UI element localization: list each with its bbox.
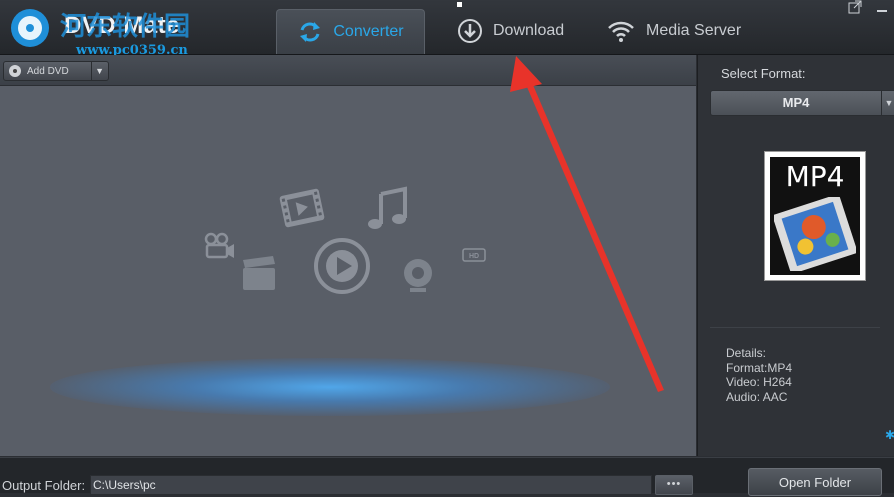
popout-icon[interactable] xyxy=(848,0,862,17)
tab-media-server[interactable]: Media Server xyxy=(606,9,741,53)
browse-button[interactable]: ••• xyxy=(655,475,693,495)
film-strip-image xyxy=(774,197,856,271)
chevron-down-icon[interactable]: ▼ xyxy=(881,91,894,115)
add-dvd-button[interactable]: Add DVD ▼ xyxy=(3,61,109,81)
format-thumbnail: MP4 xyxy=(764,151,866,281)
disc-icon xyxy=(9,65,21,77)
format-details: Details: Format:MP4 Video: H264 Audio: A… xyxy=(726,346,792,404)
clapperboard-icon xyxy=(243,256,275,290)
chevron-down-icon[interactable]: ▼ xyxy=(95,62,104,80)
details-audio: Audio: AAC xyxy=(726,389,788,404)
watermark-text: 河东软件园 xyxy=(60,12,191,42)
hd-icon: HD xyxy=(462,248,486,262)
play-circle-icon xyxy=(314,238,370,294)
media-drop-area[interactable]: HD xyxy=(0,86,696,456)
add-dvd-label: Add DVD xyxy=(27,65,69,77)
format-thumbnail-label: MP4 xyxy=(785,160,845,193)
output-folder-path: C:\Users\pc xyxy=(93,478,156,492)
divider xyxy=(710,327,880,328)
dvd-mate-logo xyxy=(11,9,49,47)
webcam-icon xyxy=(404,259,432,292)
format-select[interactable]: MP4 ▼ xyxy=(710,90,894,116)
details-format: Format:MP4 xyxy=(726,360,793,375)
tab-download[interactable]: Download xyxy=(457,9,564,53)
output-folder-label: Output Folder: xyxy=(2,478,86,493)
wifi-icon xyxy=(608,21,634,42)
tab-media-server-label: Media Server xyxy=(646,22,742,39)
glow-decoration xyxy=(50,358,610,416)
tab-converter[interactable]: Converter xyxy=(276,9,425,54)
details-label: Details: xyxy=(726,346,767,360)
refresh-icon xyxy=(300,22,321,42)
gear-icon[interactable]: ✱ xyxy=(885,428,894,442)
tab-download-label: Download xyxy=(493,22,565,39)
minimize-icon[interactable] xyxy=(876,1,888,16)
output-bar: Output Folder: C:\Users\pc ••• Open Fold… xyxy=(0,457,894,496)
format-panel: Select Format: MP4 ▼ MP4 Details: Format… xyxy=(697,55,894,456)
music-note-icon xyxy=(368,186,407,229)
selection-handle xyxy=(457,2,462,7)
toolbar: Add DVD ▼ xyxy=(0,55,696,86)
tab-converter-label: Converter xyxy=(333,23,404,40)
output-folder-field[interactable]: C:\Users\pc xyxy=(90,475,652,495)
video-camera-icon xyxy=(204,232,234,259)
svg-text:HD: HD xyxy=(469,253,479,260)
film-icon xyxy=(279,188,325,228)
download-icon xyxy=(458,19,482,43)
format-select-value: MP4 xyxy=(782,95,810,110)
details-video: Video: H264 xyxy=(726,375,792,389)
select-format-label: Select Format: xyxy=(721,66,806,81)
title-bar: DVD Mate 河东软件园 www.pc0359.cn Converter D… xyxy=(0,0,894,58)
